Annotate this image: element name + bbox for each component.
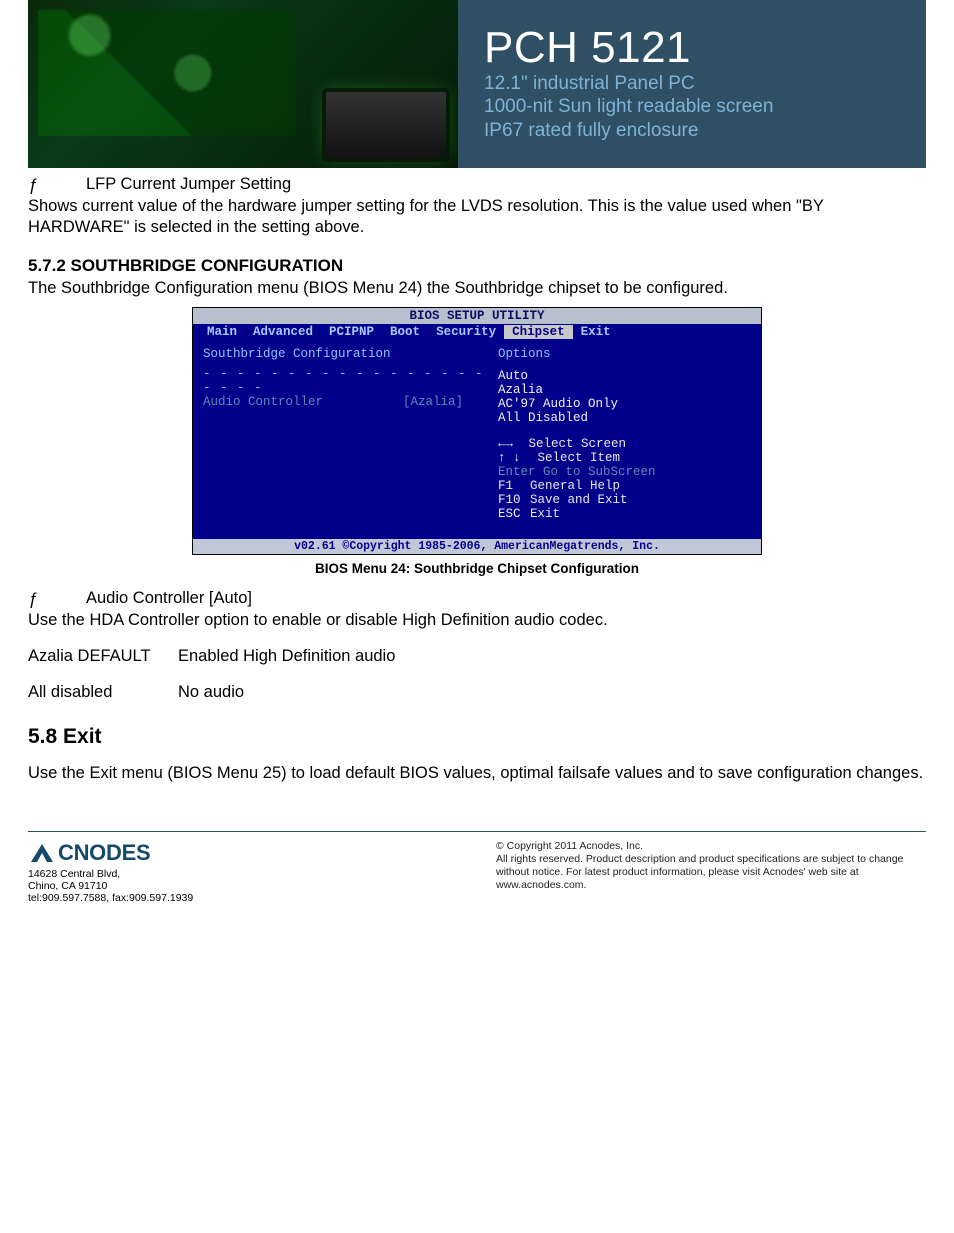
bios-nav-select-screen: ←→ Select Screen	[498, 437, 751, 451]
section-heading-572: 5.7.2 SOUTHBRIDGE CONFIGURATION	[28, 256, 926, 276]
bios-options-header: Options	[498, 347, 751, 361]
bios-footer-bar: v02.61 ©Copyright 1985-2006, AmericanMeg…	[193, 539, 761, 554]
product-subtitle-2: 1000-nit Sun light readable screen	[484, 94, 908, 120]
footer-tel: tel:909.597.7588, fax:909.597.1939	[28, 892, 193, 904]
bios-menu-security: Security	[428, 325, 504, 339]
left-right-arrows-icon: ←→	[498, 437, 513, 451]
footer-left: CNODES 14628 Central Blvd, Chino, CA 917…	[28, 840, 193, 904]
up-down-arrows-icon: ↑ ↓	[498, 451, 530, 465]
bullet-symbol: ƒ	[28, 174, 86, 196]
bios-left-pane: Southbridge Configuration - - - - - - - …	[203, 347, 494, 529]
audio-row1-val: No audio	[178, 681, 244, 703]
section-para-58: Use the Exit menu (BIOS Menu 25) to load…	[28, 763, 926, 784]
bios-screen: BIOS SETUP UTILITY Main Advanced PCIPNP …	[192, 307, 762, 555]
header-banner: PCH 5121 12.1" industrial Panel PC 1000-…	[28, 0, 926, 168]
bios-nav-f1: F1General Help	[498, 479, 751, 493]
lfp-jumper-bullet: ƒ LFP Current Jumper Setting	[28, 174, 926, 196]
bios-menu-main: Main	[199, 325, 245, 339]
bios-menu-advanced: Advanced	[245, 325, 321, 339]
nav-esc-label: Exit	[530, 507, 560, 521]
bios-menu-boot: Boot	[382, 325, 428, 339]
nav-select-item-label: Select Item	[538, 451, 621, 465]
banner-image	[28, 0, 458, 168]
footer-rule	[28, 831, 926, 832]
audio-row1-key: All disabled	[28, 681, 178, 703]
logo-text: CNODES	[58, 840, 150, 866]
bios-nav-enter: Enter Go to SubScreen	[498, 465, 751, 479]
bios-menu-pcipnp: PCIPNP	[321, 325, 382, 339]
bios-nav-select-item: ↑ ↓ Select Item	[498, 451, 751, 465]
audio-controller-label: Audio Controller [Auto]	[86, 588, 252, 609]
section-para-572: The Southbridge Configuration menu (BIOS…	[28, 278, 926, 299]
table-row: Azalia DEFAULT Enabled High Definition a…	[28, 645, 926, 667]
logo-icon	[28, 842, 56, 864]
nav-f1-label: General Help	[530, 479, 620, 493]
bios-right-pane: Options Auto Azalia AC'97 Audio Only All…	[494, 347, 751, 529]
product-title: PCH 5121	[484, 23, 908, 73]
bios-menu-bar: Main Advanced PCIPNP Boot Security Chips…	[193, 324, 761, 341]
lfp-jumper-label: LFP Current Jumper Setting	[86, 174, 291, 195]
bios-option-1: Azalia	[498, 383, 751, 397]
bios-figure-caption: BIOS Menu 24: Southbridge Chipset Config…	[315, 561, 639, 576]
bios-figure: BIOS SETUP UTILITY Main Advanced PCIPNP …	[28, 307, 926, 586]
footer-address-2: Chino, CA 91710	[28, 880, 193, 892]
product-subtitle-1: 12.1" industrial Panel PC	[484, 71, 908, 97]
acnodes-logo: CNODES	[28, 840, 193, 866]
section-heading-58: 5.8 Exit	[28, 725, 926, 749]
page-footer: CNODES 14628 Central Blvd, Chino, CA 917…	[28, 840, 926, 904]
footer-address-1: 14628 Central Blvd,	[28, 868, 193, 880]
footer-legal: All rights reserved. Product description…	[496, 853, 926, 892]
bios-option-2: AC'97 Audio Only	[498, 397, 751, 411]
audio-row0-val: Enabled High Definition audio	[178, 645, 395, 667]
footer-copyright: © Copyright 2011 Acnodes, Inc.	[496, 840, 926, 853]
bios-row-audio: Audio Controller [Azalia]	[203, 395, 494, 409]
bios-row-val: [Azalia]	[403, 395, 463, 409]
nav-select-screen-label: Select Screen	[529, 437, 627, 451]
bios-left-header: Southbridge Configuration	[203, 347, 494, 361]
audio-controller-para: Use the HDA Controller option to enable …	[28, 610, 926, 631]
bios-row-key: Audio Controller	[203, 395, 403, 409]
bios-divider: - - - - - - - - - - - - - - - - - - - - …	[203, 367, 494, 395]
bios-nav-f10: F10Save and Exit	[498, 493, 751, 507]
bios-menu-chipset: Chipset	[504, 325, 573, 339]
bullet-symbol: ƒ	[28, 588, 86, 610]
audio-options-table: Azalia DEFAULT Enabled High Definition a…	[28, 645, 926, 704]
audio-row0-key: Azalia DEFAULT	[28, 645, 178, 667]
footer-right: © Copyright 2011 Acnodes, Inc. All right…	[496, 840, 926, 904]
bios-option-0: Auto	[498, 369, 751, 383]
bios-option-3: All Disabled	[498, 411, 751, 425]
banner-text: PCH 5121 12.1" industrial Panel PC 1000-…	[458, 0, 926, 168]
bios-menu-exit: Exit	[573, 325, 619, 339]
lfp-jumper-para: Shows current value of the hardware jump…	[28, 196, 926, 238]
nav-f10-label: Save and Exit	[530, 493, 628, 507]
product-subtitle-3: IP67 rated fully enclosure	[484, 118, 908, 144]
table-row: All disabled No audio	[28, 681, 926, 703]
bios-nav-esc: ESCExit	[498, 507, 751, 521]
audio-controller-bullet: ƒ Audio Controller [Auto]	[28, 588, 926, 610]
bios-title-bar: BIOS SETUP UTILITY	[193, 308, 761, 324]
